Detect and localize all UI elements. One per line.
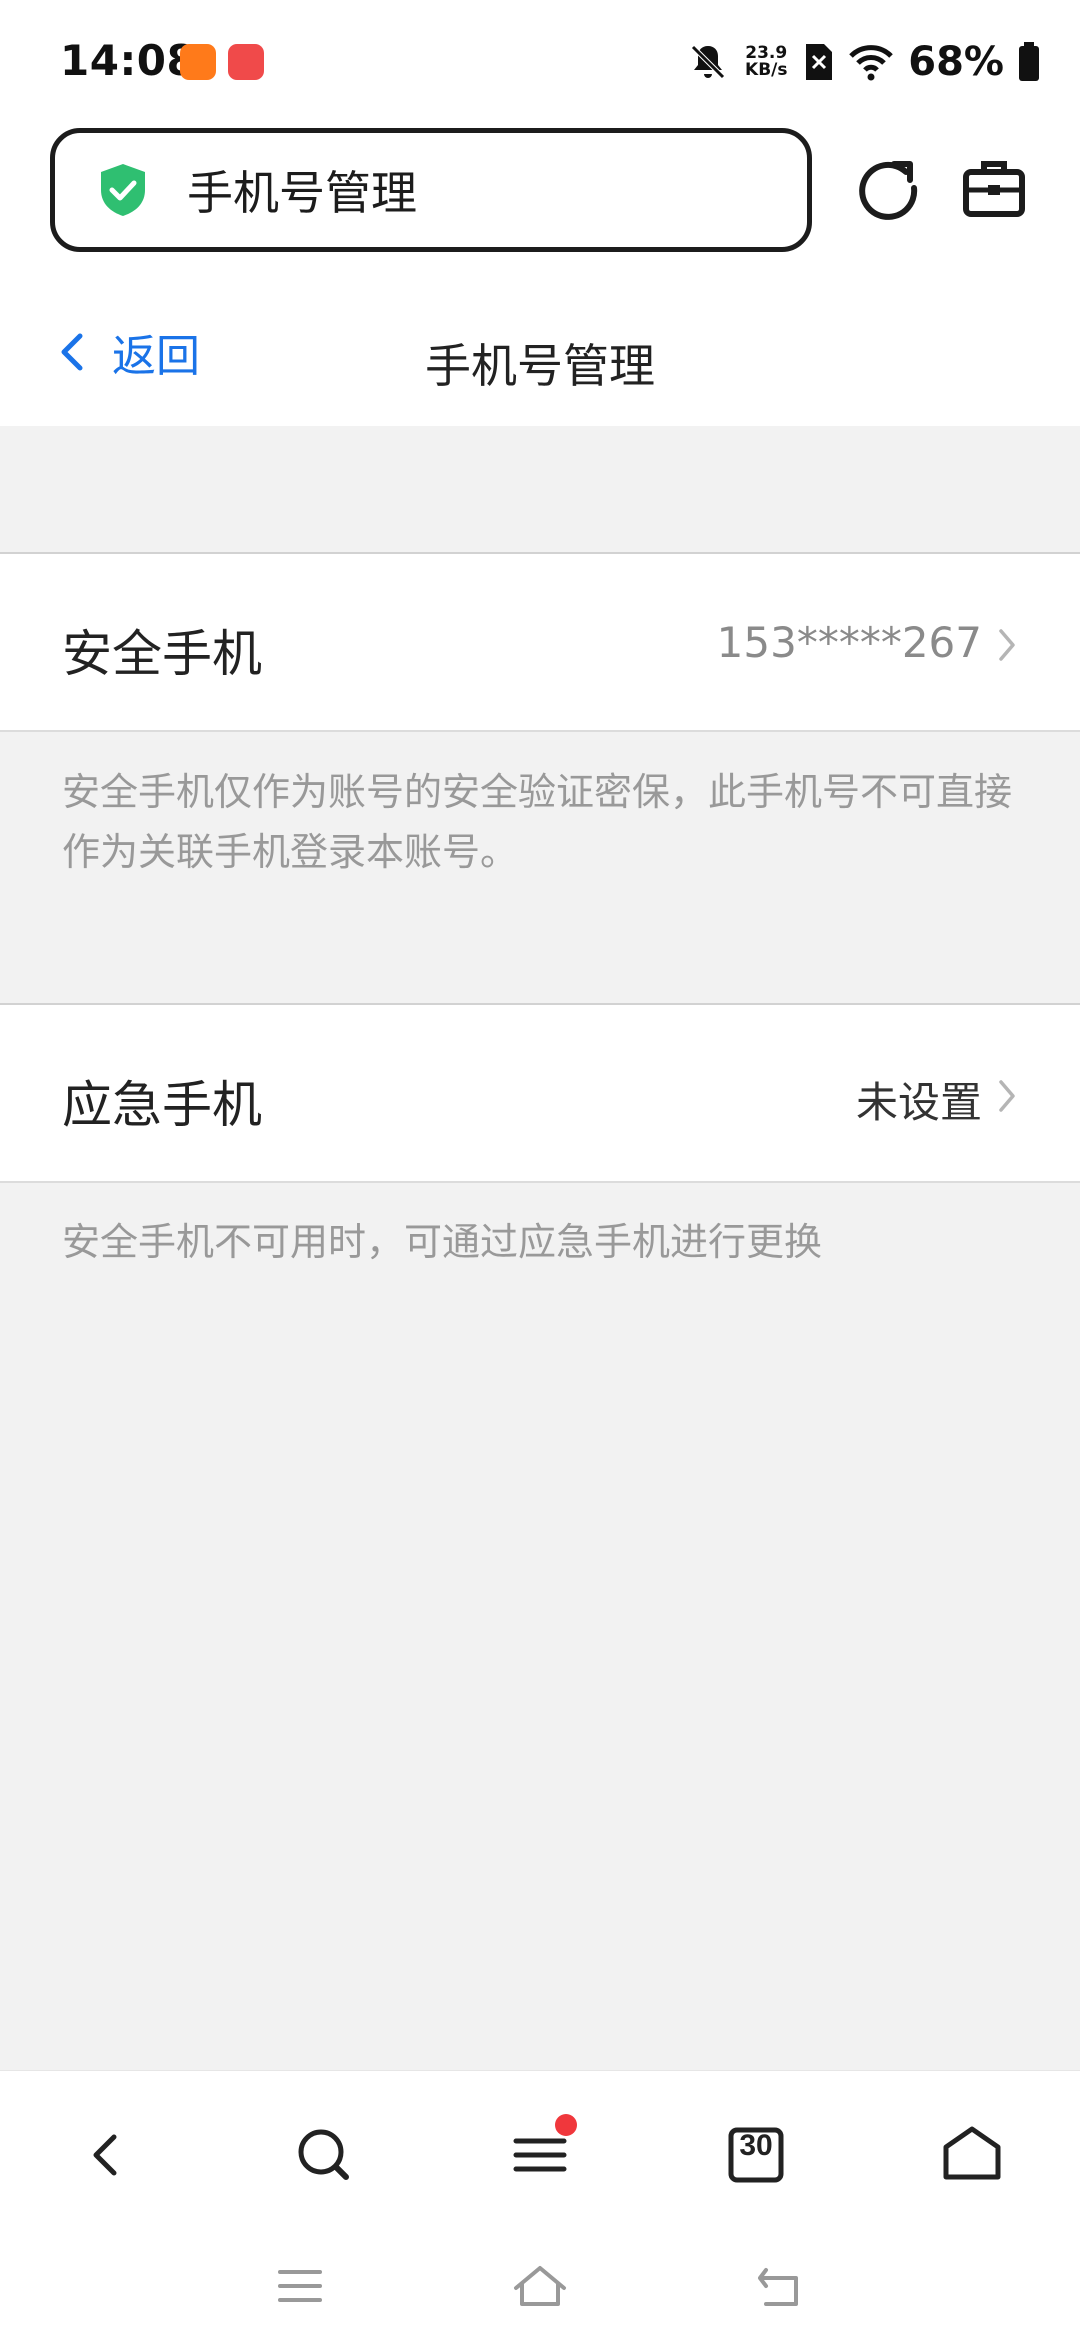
battery-icon bbox=[1019, 42, 1039, 81]
security-phone-note: 安全手机仅作为账号的安全验证密保，此手机号不可直接作为关联手机登录本账号。 bbox=[62, 770, 1013, 874]
network-speed-unit: KB/s bbox=[745, 60, 788, 80]
notification-dot bbox=[555, 2114, 577, 2136]
wifi-icon bbox=[849, 45, 894, 81]
emergency-phone-label: 应急手机 bbox=[62, 1076, 262, 1134]
chevron-right-icon bbox=[999, 1080, 1015, 1112]
page-title: 手机号管理 bbox=[425, 339, 655, 393]
tabs-count: 30 bbox=[739, 2129, 773, 2162]
search-icon bbox=[298, 2129, 349, 2180]
refresh-icon[interactable] bbox=[854, 154, 922, 222]
chevron-right-icon bbox=[999, 629, 1015, 661]
battery-percent: 68% bbox=[908, 39, 1004, 85]
system-back-icon[interactable] bbox=[752, 2258, 808, 2314]
security-phone-row[interactable]: 安全手机 153*****267 bbox=[0, 552, 1080, 732]
bell-muted-icon bbox=[691, 45, 726, 79]
security-phone-label: 安全手机 bbox=[62, 625, 262, 683]
app-orange-icon bbox=[180, 44, 216, 80]
emergency-phone-row[interactable]: 应急手机 未设置 bbox=[0, 1003, 1080, 1183]
security-phone-value: 153*****267 bbox=[716, 618, 982, 667]
system-menu-icon[interactable] bbox=[272, 2258, 328, 2314]
nav-search-button[interactable] bbox=[284, 2115, 364, 2195]
status-bar: 14:08 23.9 KB/s 68% bbox=[0, 0, 1080, 120]
emergency-phone-value: 未设置 bbox=[855, 1078, 982, 1127]
nav-home-button[interactable] bbox=[932, 2115, 1012, 2195]
toolbox-icon[interactable] bbox=[962, 158, 1026, 218]
status-right-group: 23.9 KB/s 68% bbox=[688, 36, 1040, 88]
status-time: 14:08 bbox=[60, 36, 197, 85]
home-icon bbox=[943, 2126, 1001, 2180]
browser-toolbar: 手机号管理 bbox=[0, 120, 1080, 280]
url-text: 手机号管理 bbox=[187, 166, 417, 220]
url-bar[interactable]: 手机号管理 bbox=[50, 128, 812, 252]
emergency-phone-note: 安全手机不可用时，可通过应急手机进行更换 bbox=[62, 1220, 823, 1264]
network-speed: 23.9 KB/s bbox=[742, 45, 790, 79]
huawei-store-icon bbox=[228, 44, 264, 80]
shield-check-icon bbox=[101, 164, 145, 216]
sim-none-icon bbox=[806, 44, 833, 80]
page-header: 返回 手机号管理 bbox=[0, 280, 1080, 426]
back-icon bbox=[93, 2134, 117, 2176]
system-home-icon[interactable] bbox=[510, 2258, 570, 2314]
nav-back-button[interactable] bbox=[66, 2115, 146, 2195]
